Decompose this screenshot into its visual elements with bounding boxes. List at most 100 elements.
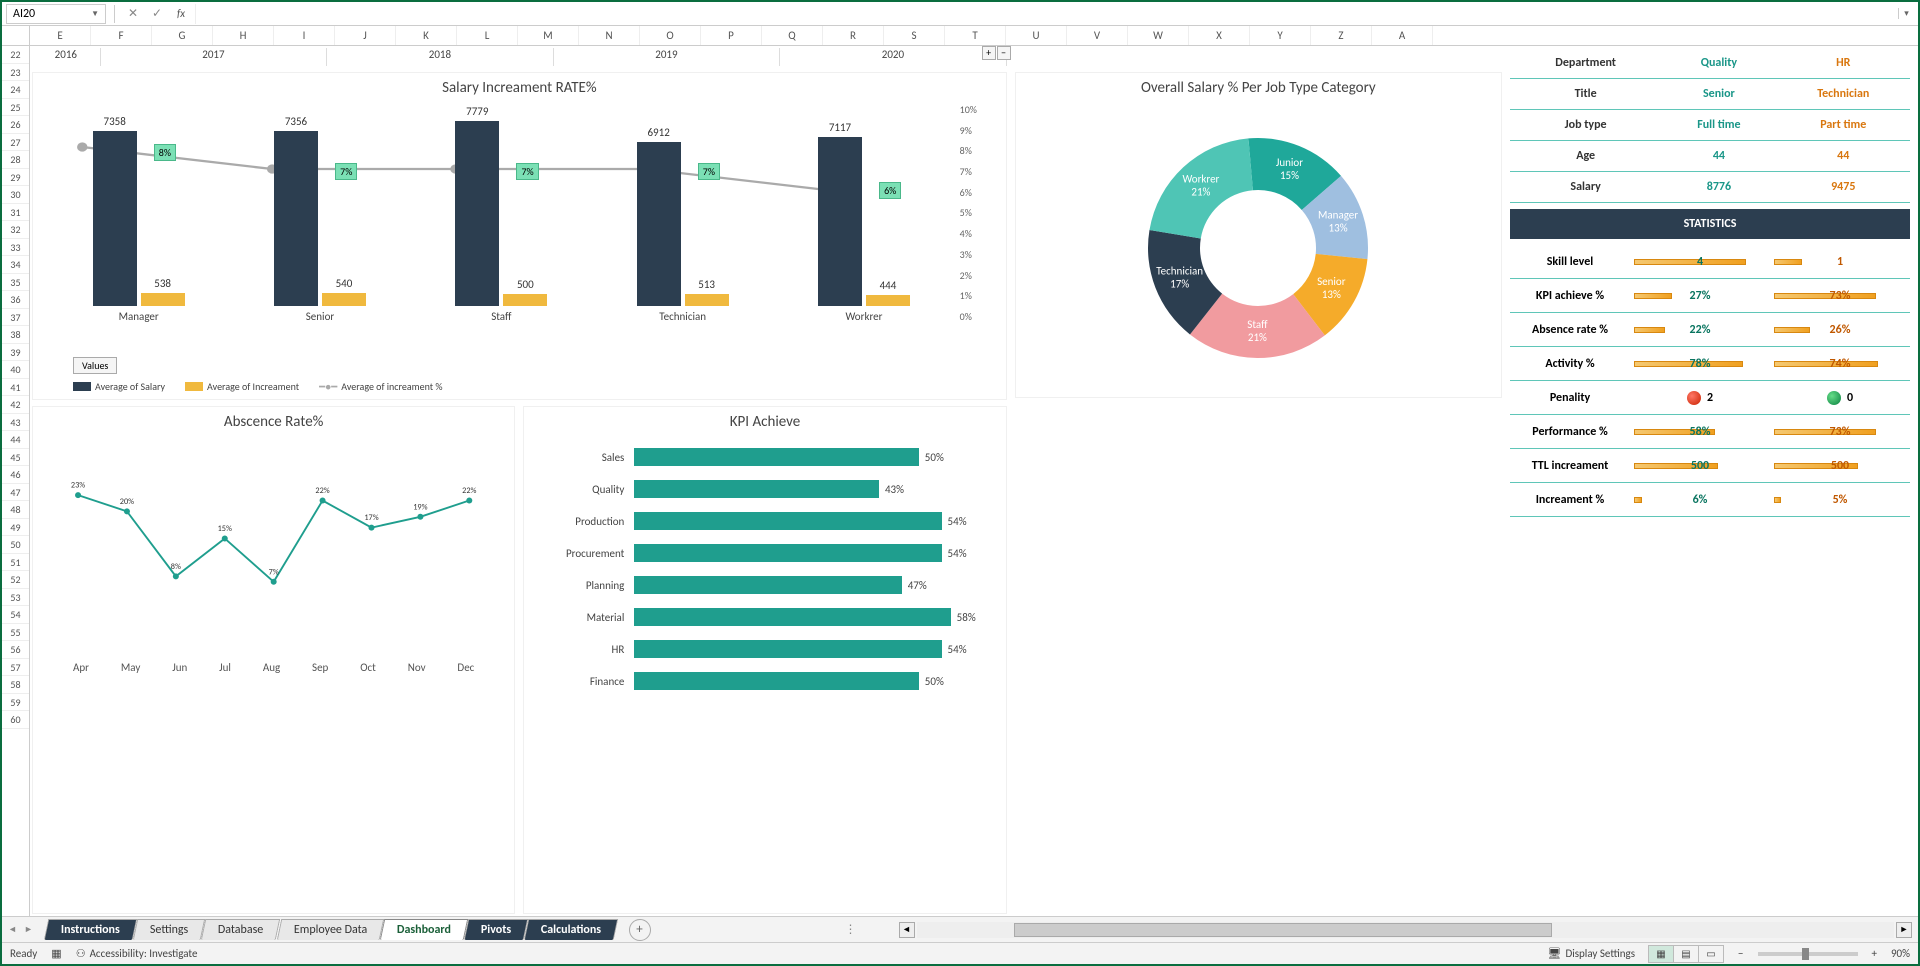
tab-nav-prev-icon[interactable]: ◄ (8, 924, 22, 935)
kpi-achieve-chart[interactable]: KPI Achieve Sales50%Quality43%Production… (523, 406, 1006, 914)
row-header[interactable]: 23 (2, 64, 29, 82)
timeline-collapse-icon[interactable]: − (997, 46, 1011, 60)
row-header[interactable]: 47 (2, 484, 29, 502)
worksheet[interactable]: 20162017201820192020 + − Salary Increame… (30, 46, 1918, 916)
row-header[interactable]: 29 (2, 169, 29, 187)
display-settings-button[interactable]: 🖥Display Settings (1547, 947, 1635, 960)
row-header[interactable]: 52 (2, 571, 29, 589)
row-header[interactable]: 32 (2, 221, 29, 239)
row-header[interactable]: 49 (2, 519, 29, 537)
zoom-in-icon[interactable]: + (1872, 947, 1877, 960)
scroll-right-icon[interactable]: ► (1896, 922, 1912, 938)
row-header[interactable]: 31 (2, 204, 29, 222)
formula-input[interactable] (195, 4, 1894, 24)
column-header[interactable]: P (701, 26, 762, 45)
column-header[interactable]: A (1372, 26, 1433, 45)
fx-icon[interactable]: fx (171, 7, 191, 20)
row-header[interactable]: 25 (2, 99, 29, 117)
donut-chart[interactable]: Overall Salary % Per Job Type Category J… (1015, 72, 1502, 398)
column-header[interactable]: L (457, 26, 518, 45)
sheet-tab[interactable]: Pivots (464, 919, 529, 940)
zoom-out-icon[interactable]: − (1738, 947, 1743, 960)
row-header[interactable]: 22 (2, 46, 29, 64)
row-header[interactable]: 56 (2, 641, 29, 659)
page-break-view-icon[interactable]: ▭ (1698, 945, 1724, 963)
row-header[interactable]: 38 (2, 326, 29, 344)
row-header[interactable]: 58 (2, 676, 29, 694)
add-sheet-button[interactable]: + (629, 919, 651, 941)
row-header[interactable]: 40 (2, 361, 29, 379)
column-header[interactable]: R (823, 26, 884, 45)
column-header[interactable]: I (274, 26, 335, 45)
scroll-thumb[interactable] (1014, 923, 1552, 937)
sheet-tab[interactable]: Dashboard (380, 919, 469, 940)
salary-chart[interactable]: Salary Increament RATE% 7358538Manager8%… (32, 72, 1007, 400)
zoom-slider[interactable] (1758, 952, 1858, 956)
column-header[interactable]: E (30, 26, 91, 45)
macro-record-icon[interactable]: ▦ (51, 947, 61, 960)
absence-chart[interactable]: Abscence Rate% 23%20%8%15%7%22%17%19%22%… (32, 406, 515, 914)
timeline-year[interactable]: 2018 (327, 48, 554, 66)
column-header[interactable]: N (579, 26, 640, 45)
column-header[interactable]: O (640, 26, 701, 45)
sheet-tab[interactable]: Instructions (44, 919, 137, 940)
column-header[interactable]: F (91, 26, 152, 45)
sheet-tab[interactable]: Calculations (524, 919, 619, 940)
column-header[interactable]: T (945, 26, 1006, 45)
tab-nav-next-icon[interactable]: ► (24, 924, 38, 935)
horizontal-scrollbar[interactable]: ◄ ► (899, 922, 1912, 938)
row-header[interactable]: 30 (2, 186, 29, 204)
row-header[interactable]: 46 (2, 466, 29, 484)
row-header[interactable]: 45 (2, 449, 29, 467)
column-header[interactable]: X (1189, 26, 1250, 45)
column-header[interactable]: Q (762, 26, 823, 45)
column-header[interactable]: J (335, 26, 396, 45)
row-header[interactable]: 37 (2, 309, 29, 327)
page-layout-view-icon[interactable]: ▤ (1673, 945, 1699, 963)
row-header[interactable]: 42 (2, 396, 29, 414)
sheet-tab[interactable]: Database (201, 919, 281, 940)
sheet-tab[interactable]: Settings (133, 919, 206, 940)
confirm-formula-icon[interactable]: ✓ (147, 6, 167, 21)
row-header[interactable]: 27 (2, 134, 29, 152)
accessibility-status[interactable]: ⚇Accessibility: Investigate (76, 947, 198, 960)
name-box-dropdown-icon[interactable]: ▼ (91, 9, 99, 19)
row-header[interactable]: 54 (2, 606, 29, 624)
row-header[interactable]: 34 (2, 256, 29, 274)
column-header[interactable]: Y (1250, 26, 1311, 45)
row-header[interactable]: 57 (2, 659, 29, 677)
column-header[interactable]: H (213, 26, 274, 45)
row-header[interactable]: 39 (2, 344, 29, 362)
column-header[interactable]: U (1006, 26, 1067, 45)
column-header[interactable]: V (1067, 26, 1128, 45)
row-header[interactable]: 41 (2, 379, 29, 397)
timeline-expand-icon[interactable]: + (982, 46, 996, 60)
zoom-thumb[interactable] (1802, 948, 1809, 960)
normal-view-icon[interactable]: ▦ (1648, 945, 1674, 963)
row-header[interactable]: 26 (2, 116, 29, 134)
timeline-year[interactable]: 2016 (32, 48, 101, 66)
zoom-level[interactable]: 90% (1891, 947, 1910, 960)
name-box[interactable]: AI20 ▼ (6, 4, 106, 24)
tab-split-icon[interactable]: ⋮ (845, 922, 857, 937)
row-header[interactable]: 55 (2, 624, 29, 642)
row-header[interactable]: 44 (2, 431, 29, 449)
row-header[interactable]: 50 (2, 536, 29, 554)
timeline-year[interactable]: 2020 (780, 48, 1007, 66)
values-button[interactable]: Values (73, 357, 117, 374)
row-header[interactable]: 28 (2, 151, 29, 169)
row-header[interactable]: 60 (2, 711, 29, 729)
timeline-year[interactable]: 2017 (101, 48, 328, 66)
scroll-left-icon[interactable]: ◄ (899, 922, 915, 938)
select-all-corner[interactable] (2, 26, 30, 45)
row-header[interactable]: 51 (2, 554, 29, 572)
timeline-year[interactable]: 2019 (554, 48, 781, 66)
column-header[interactable]: W (1128, 26, 1189, 45)
row-header[interactable]: 43 (2, 414, 29, 432)
column-header[interactable]: S (884, 26, 945, 45)
scroll-track[interactable] (917, 922, 1894, 938)
column-header[interactable]: K (396, 26, 457, 45)
row-header[interactable]: 33 (2, 239, 29, 257)
row-header[interactable]: 53 (2, 589, 29, 607)
column-header[interactable]: G (152, 26, 213, 45)
